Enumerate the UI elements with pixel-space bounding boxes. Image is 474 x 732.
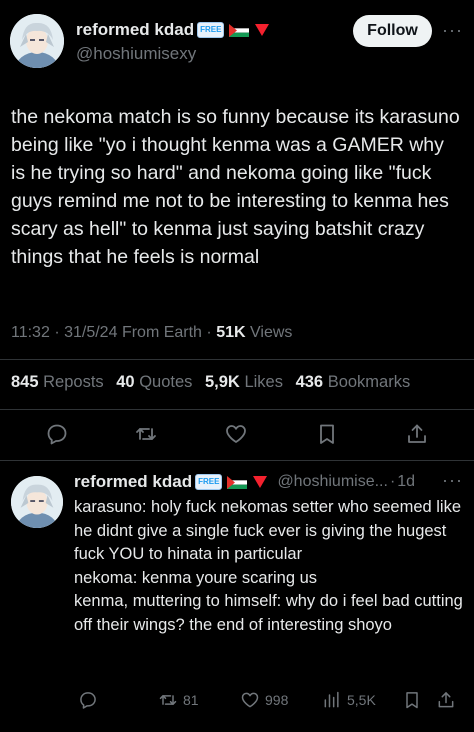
reply-author-handle[interactable]: @hoshiumise... (277, 473, 388, 491)
like-icon[interactable] (224, 422, 248, 446)
tweet-stats: 845 Reposts 40 Quotes 5,9K Likes 436 Boo… (11, 373, 418, 392)
reply-views-count: 5,5K (347, 692, 376, 708)
share-icon[interactable] (405, 422, 429, 446)
stat-count: 845 (11, 373, 39, 391)
reply-author-line: reformed kdad FREE @hoshiumise... · 1d (74, 472, 415, 492)
free-badge: FREE (195, 474, 223, 490)
like-icon (241, 692, 259, 708)
reply-repost-count: 81 (183, 692, 199, 708)
red-triangle-icon (255, 24, 270, 36)
stat-count: 5,9K (205, 373, 240, 391)
avatar-image (10, 14, 64, 68)
reply-like-button[interactable]: 998 (240, 690, 288, 710)
tweet-meta: 11:32 · 31/5/24 From Earth · 51K Views (11, 324, 292, 342)
free-badge: FREE (197, 22, 225, 38)
reply-icon (80, 692, 96, 709)
divider (0, 409, 474, 410)
stat-label: Reposts (43, 373, 104, 391)
views-icon (324, 691, 339, 708)
more-options-icon[interactable]: ··· (442, 20, 463, 41)
reply-text: karasuno: holy fuck nekomas setter who s… (74, 498, 463, 634)
reply-like-count: 998 (265, 692, 289, 708)
reply-repost-button[interactable]: 81 (158, 690, 199, 710)
repost-icon[interactable] (134, 422, 158, 446)
tweet-source: From Earth (121, 324, 202, 341)
tweet-date[interactable]: 31/5/24 (64, 324, 117, 341)
tweet-header: reformed kdad FREE @hoshiumisexy Follow … (0, 0, 474, 90)
divider (0, 359, 474, 360)
reply-separator: · (389, 473, 396, 490)
views-count: 51K (216, 324, 246, 341)
red-triangle-icon (253, 476, 268, 488)
divider (0, 460, 474, 461)
meta-separator: · (206, 324, 212, 341)
palestine-flag-icon (229, 23, 250, 37)
stat-label: Likes (244, 373, 283, 391)
bookmark-icon (406, 692, 418, 709)
stat-label: Bookmarks (327, 373, 411, 391)
palestine-flag-icon (227, 475, 248, 489)
share-icon (438, 692, 454, 708)
reply-author-name[interactable]: reformed kdad (74, 472, 192, 492)
stat-label: Quotes (139, 373, 193, 391)
reply-reply-button[interactable] (78, 690, 98, 710)
avatar[interactable] (10, 14, 64, 68)
reply-views-button[interactable]: 5,5K (322, 690, 376, 710)
reply-avatar[interactable] (11, 476, 63, 528)
reply-icon[interactable] (45, 422, 69, 446)
reply-share-button[interactable] (436, 690, 456, 710)
views-label: Views (250, 324, 293, 341)
reply-bookmark-button[interactable] (402, 690, 422, 710)
author-name[interactable]: reformed kdad (76, 20, 194, 40)
bookmark-icon[interactable] (315, 422, 339, 446)
meta-separator: · (54, 324, 60, 341)
tweet-text: the nekoma match is so funny because its… (11, 106, 460, 268)
stat-count: 436 (295, 373, 324, 391)
stat-count: 40 (116, 373, 135, 391)
author-handle[interactable]: @hoshiumisexy (76, 44, 196, 64)
reply-age[interactable]: 1d (397, 473, 415, 491)
follow-button[interactable]: Follow (353, 15, 432, 47)
reply-more-options-icon[interactable]: ··· (442, 470, 463, 491)
reply-tweet[interactable]: reformed kdad FREE @hoshiumise... · 1d ·… (0, 462, 474, 732)
author-name-line: reformed kdad FREE (76, 20, 270, 40)
stat-likes[interactable]: 5,9K Likes (205, 373, 283, 391)
stat-bookmarks[interactable]: 436 Bookmarks (296, 373, 411, 391)
stat-reposts[interactable]: 845 Reposts (11, 373, 104, 391)
avatar-image (11, 476, 63, 528)
tweet-time[interactable]: 11:32 (11, 324, 50, 341)
repost-icon (159, 695, 177, 705)
stat-quotes[interactable]: 40 Quotes (116, 373, 192, 391)
